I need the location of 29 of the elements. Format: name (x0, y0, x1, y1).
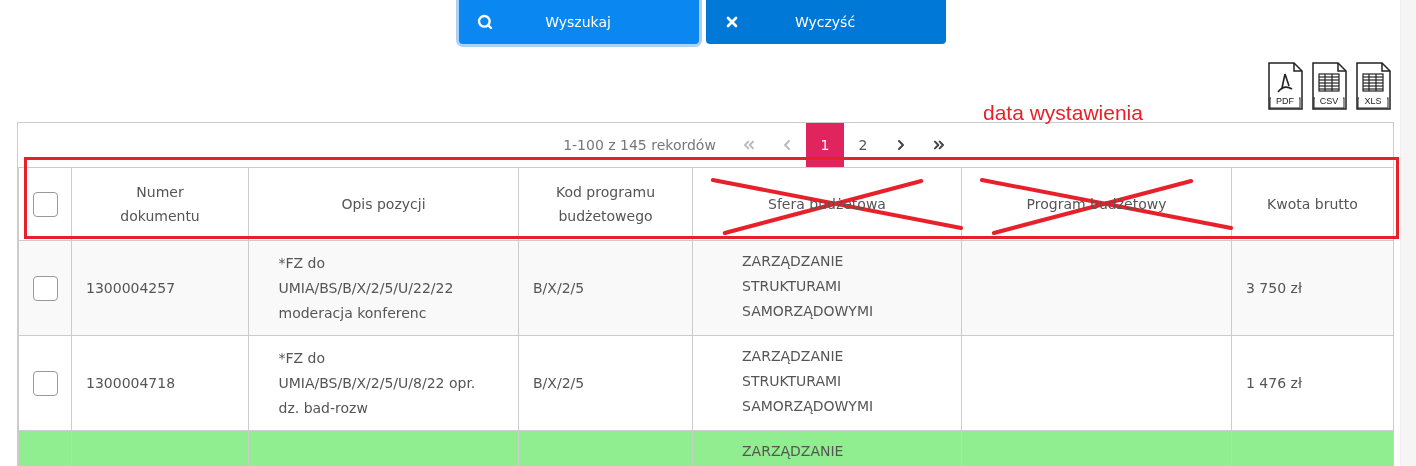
xls-export-icon[interactable]: XLS (1354, 62, 1392, 110)
table-cell-text: 1300004257 (86, 278, 177, 298)
column-header: Kod programu budżetowego (555, 183, 656, 226)
table-cell-text: 3 750 zł (1246, 278, 1303, 298)
row-checkbox[interactable] (33, 275, 58, 301)
table-cell-text: *FZ do UMIA/BS/B/X/2/5/U/22/22 moderacja konferenc (278, 253, 455, 323)
records-summary: 1-100 z 145 rekordów (563, 137, 716, 153)
table-cell-text: 1 476 zł (1246, 373, 1303, 393)
search-button[interactable]: Wyszukaj (459, 0, 699, 44)
page-button[interactable]: 2 (843, 123, 882, 167)
row-checkbox[interactable] (33, 370, 58, 396)
table-cell-text: ZARZĄDZANIE STRUKTURAMI SAMORZĄDOWYMI (742, 347, 875, 416)
search-icon (477, 14, 493, 30)
page-button[interactable]: 1 (805, 123, 844, 167)
table-cell-text: B/X/2/5 (533, 278, 586, 298)
table-cell-text: B/X/2/5 (533, 373, 586, 393)
annotation-text: data wystawienia (983, 101, 1143, 125)
table-cell-text: 1300004718 (86, 373, 177, 393)
select-all-checkbox[interactable] (32, 191, 58, 217)
close-icon (724, 14, 740, 30)
column-header: Numer dokumentu (119, 183, 201, 226)
csv-export-icon[interactable]: CSV (1310, 62, 1348, 110)
column-header: Opis pozycji (340, 195, 427, 214)
table-cell-text: ZARZĄDZANIE (742, 442, 845, 461)
table-cell-text: *FZ do UMIA/BS/B/X/2/5/U/8/22 opr. dz. bad-rozw (278, 348, 477, 418)
clear-button[interactable]: Wyczyść (706, 0, 946, 44)
table-cell-text: ZARZĄDZANIE STRUKTURAMI SAMORZĄDOWYMI (742, 252, 875, 321)
pdf-export-icon[interactable]: PDF (1266, 62, 1304, 110)
column-header: Kwota brutto (1266, 195, 1359, 214)
